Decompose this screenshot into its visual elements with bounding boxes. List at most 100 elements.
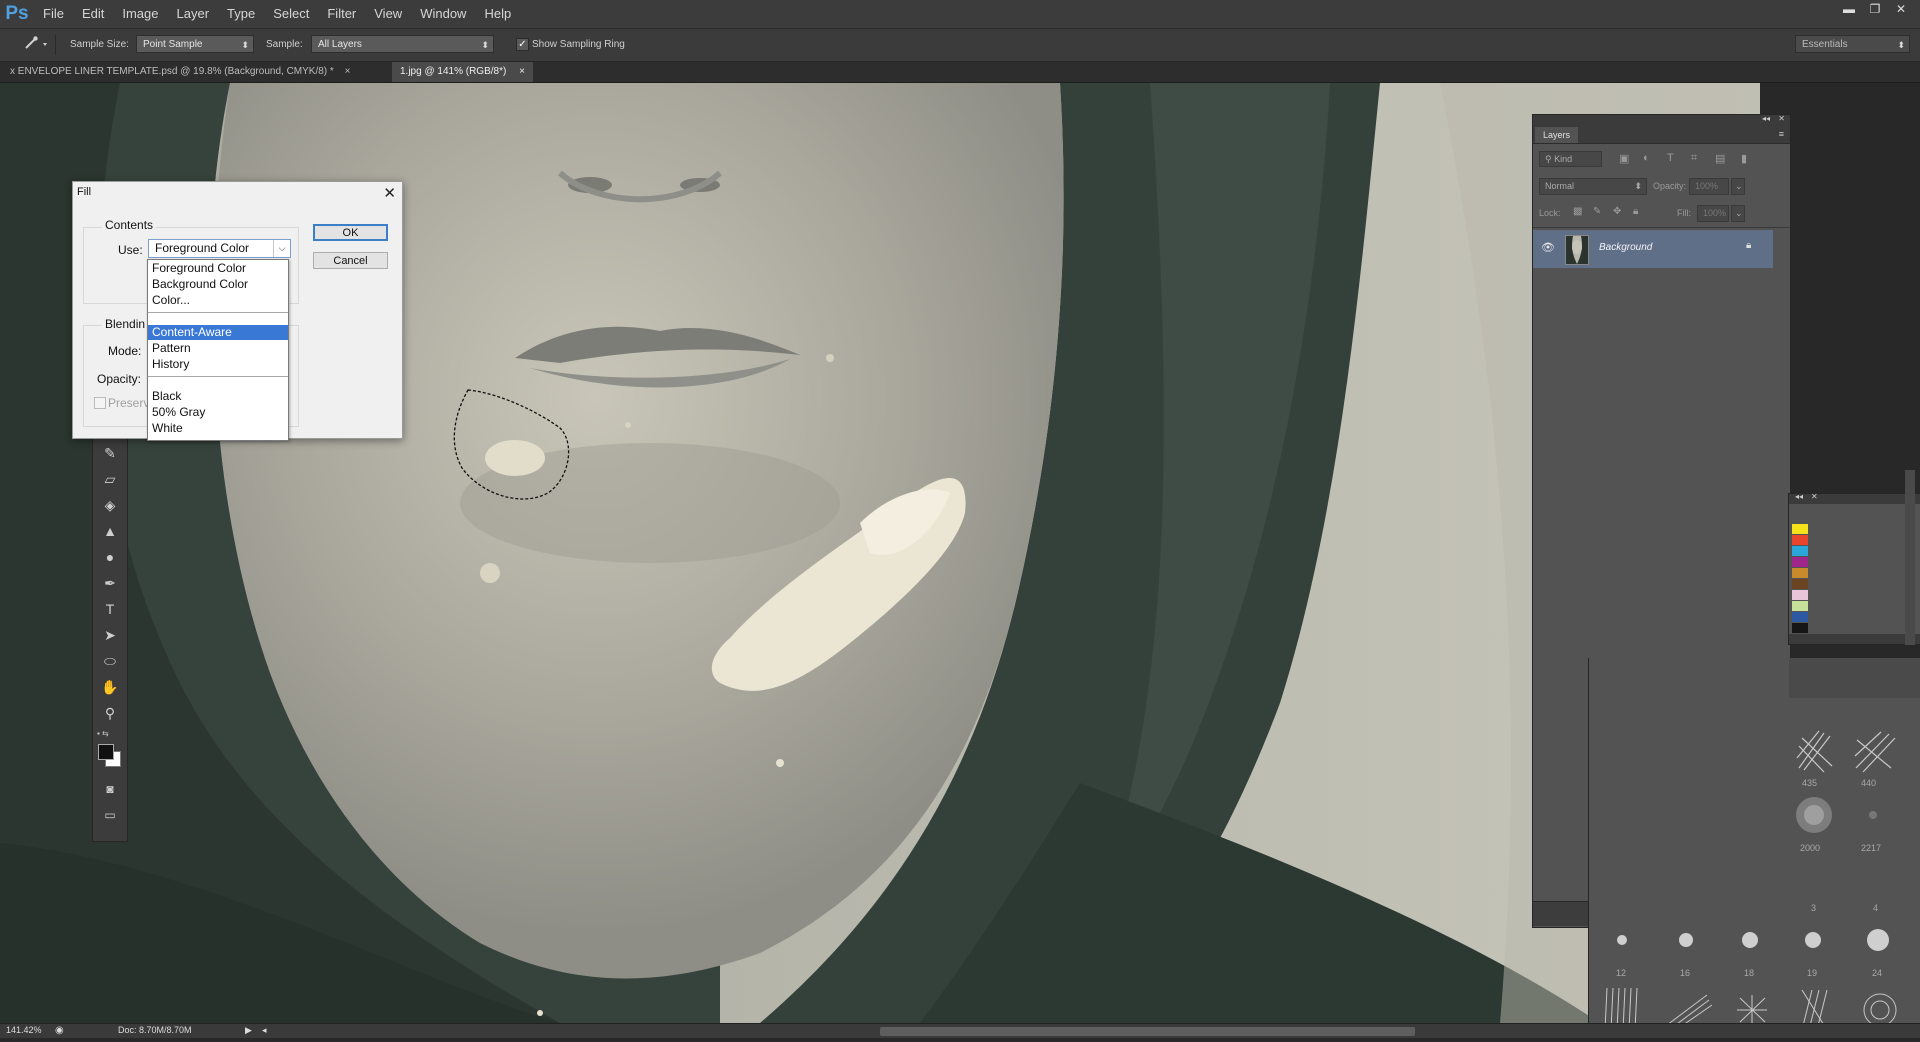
- adjustment-filter-icon[interactable]: ◐: [1643, 152, 1650, 164]
- blur-icon[interactable]: ▲: [100, 521, 120, 541]
- close-window-button[interactable]: ✕: [1888, 0, 1914, 18]
- dodge-icon[interactable]: ●: [100, 547, 120, 567]
- lock-position-icon[interactable]: ✥: [1613, 206, 1621, 217]
- brush-preset-2217[interactable]: 2217: [1851, 793, 1899, 853]
- tool-preset-picker[interactable]: [12, 34, 48, 54]
- color-swatch[interactable]: [1792, 568, 1808, 578]
- brush-preset-12[interactable]: [1617, 935, 1627, 945]
- brush-preset-16[interactable]: [1679, 933, 1693, 947]
- sample-size-select[interactable]: Point Sample ⬍: [136, 35, 254, 53]
- fill-input[interactable]: 100%: [1697, 205, 1729, 222]
- color-swatch[interactable]: [1792, 612, 1808, 622]
- horizontal-scrollbar-thumb[interactable]: [880, 1027, 1415, 1036]
- option-content-aware[interactable]: Content-Aware: [148, 325, 288, 340]
- lock-all-icon[interactable]: 🔒︎: [1633, 206, 1638, 217]
- cancel-button[interactable]: Cancel: [313, 252, 388, 269]
- brush-preset-2000[interactable]: 2000: [1794, 793, 1836, 853]
- panel-scrollbar[interactable]: [1905, 470, 1915, 645]
- option-pattern[interactable]: Pattern: [148, 341, 288, 356]
- layer-name[interactable]: Background: [1599, 242, 1652, 253]
- menu-layer[interactable]: Layer: [168, 0, 219, 28]
- foreground-color-swatch[interactable]: [98, 744, 114, 760]
- brush-preset-440[interactable]: 440: [1851, 728, 1899, 788]
- scroll-left-icon[interactable]: ◂: [262, 1025, 267, 1036]
- layer-row-background[interactable]: 👁︎ Background 🔒︎: [1533, 230, 1773, 268]
- zoom-icon[interactable]: ⚲: [100, 703, 120, 723]
- swap-colors-icon[interactable]: ▪ ⇆: [97, 729, 121, 738]
- blend-mode-select[interactable]: Normal ⬍: [1539, 178, 1647, 195]
- color-swatch[interactable]: [1792, 590, 1808, 600]
- close-icon[interactable]: ✕: [1778, 114, 1785, 123]
- pixel-filter-icon[interactable]: ▣: [1619, 152, 1629, 165]
- menu-filter[interactable]: Filter: [318, 0, 365, 28]
- color-swatch[interactable]: [1792, 535, 1808, 545]
- brush-preset-18[interactable]: [1742, 932, 1758, 948]
- preserve-transparency-checkbox[interactable]: [94, 397, 106, 409]
- shape-filter-icon[interactable]: ⌗: [1691, 152, 1697, 165]
- opacity-input[interactable]: 100%: [1689, 178, 1729, 195]
- menu-window[interactable]: Window: [411, 0, 475, 28]
- color-swatch[interactable]: [1792, 557, 1808, 567]
- collapse-icon[interactable]: ◂◂: [1795, 492, 1803, 501]
- kind-filter-select[interactable]: ⚲ Kind: [1539, 151, 1602, 167]
- option-white[interactable]: White: [148, 421, 288, 436]
- type-tool-icon[interactable]: T: [100, 599, 120, 619]
- option-background-color[interactable]: Background Color: [148, 277, 288, 292]
- quick-mask-icon[interactable]: ◙: [100, 779, 120, 799]
- type-filter-icon[interactable]: T: [1667, 152, 1674, 164]
- menu-edit[interactable]: Edit: [73, 0, 113, 28]
- chevron-down-icon[interactable]: ⌄: [1731, 178, 1745, 195]
- menu-view[interactable]: View: [365, 0, 411, 28]
- hand-icon[interactable]: ✋: [100, 677, 120, 697]
- show-ring-checkbox[interactable]: ✓: [516, 38, 529, 51]
- history-brush-icon[interactable]: ✎: [100, 443, 120, 463]
- pen-icon[interactable]: ✒: [100, 573, 120, 593]
- workspace-select[interactable]: Essentials ⬍: [1795, 35, 1910, 53]
- info-icon[interactable]: ◉: [55, 1025, 64, 1036]
- ok-button[interactable]: OK: [313, 224, 388, 241]
- chevron-down-icon[interactable]: ⌄: [1731, 205, 1745, 222]
- color-swatch[interactable]: [1792, 546, 1808, 556]
- option-foreground-color[interactable]: Foreground Color: [148, 261, 288, 276]
- sample-select[interactable]: All Layers ⬍: [311, 35, 494, 53]
- status-menu-arrow-icon[interactable]: ▶: [245, 1025, 252, 1036]
- menu-help[interactable]: Help: [475, 0, 520, 28]
- ellipse-icon[interactable]: ⬭: [100, 651, 120, 671]
- color-swatch[interactable]: [1792, 579, 1808, 589]
- tab-close-icon[interactable]: ×: [345, 66, 351, 77]
- tab-close-icon[interactable]: ×: [519, 66, 525, 77]
- paint-bucket-icon[interactable]: ◈: [100, 495, 120, 515]
- panel-menu-icon[interactable]: ≡: [1779, 129, 1784, 139]
- close-icon[interactable]: ✕: [383, 184, 396, 202]
- tab-envelope-liner[interactable]: x ENVELOPE LINER TEMPLATE.psd @ 19.8% (B…: [2, 62, 359, 82]
- restore-button[interactable]: ❐: [1862, 0, 1888, 18]
- brush-preset-435[interactable]: 435: [1794, 728, 1836, 788]
- smart-object-filter-icon[interactable]: ▤: [1715, 152, 1725, 165]
- menu-file[interactable]: File: [34, 0, 73, 28]
- tab-layers[interactable]: Layers: [1535, 127, 1579, 143]
- menu-image[interactable]: Image: [113, 0, 167, 28]
- tab-1-jpg[interactable]: 1.jpg @ 141% (RGB/8*) ×: [392, 62, 533, 82]
- color-swatch[interactable]: [1792, 524, 1808, 534]
- filter-toggle-icon[interactable]: ▮: [1741, 152, 1747, 165]
- menu-type[interactable]: Type: [218, 0, 264, 28]
- option-color[interactable]: Color...: [148, 293, 288, 308]
- brush-preset-19[interactable]: [1805, 932, 1821, 948]
- menu-select[interactable]: Select: [264, 0, 318, 28]
- eraser-icon[interactable]: ▱: [100, 469, 120, 489]
- option-history[interactable]: History: [148, 357, 288, 372]
- color-swatch[interactable]: [1792, 601, 1808, 611]
- color-swatch[interactable]: [1792, 623, 1808, 633]
- lock-transparent-icon[interactable]: ▩: [1573, 206, 1582, 217]
- close-icon[interactable]: ✕: [1811, 492, 1818, 501]
- zoom-level[interactable]: 141.42%: [6, 1025, 42, 1035]
- use-select[interactable]: Foreground Color ⌵: [148, 239, 291, 258]
- path-selection-icon[interactable]: ➤: [100, 625, 120, 645]
- option-black[interactable]: Black: [148, 389, 288, 404]
- brush-preset-24[interactable]: [1867, 929, 1889, 951]
- option-50-gray[interactable]: 50% Gray: [148, 405, 288, 420]
- eye-icon[interactable]: 👁︎: [1541, 241, 1555, 254]
- lock-pixels-icon[interactable]: ✎: [1593, 206, 1601, 217]
- screen-mode-icon[interactable]: ▭: [100, 805, 120, 825]
- minimize-button[interactable]: ▬: [1836, 0, 1862, 18]
